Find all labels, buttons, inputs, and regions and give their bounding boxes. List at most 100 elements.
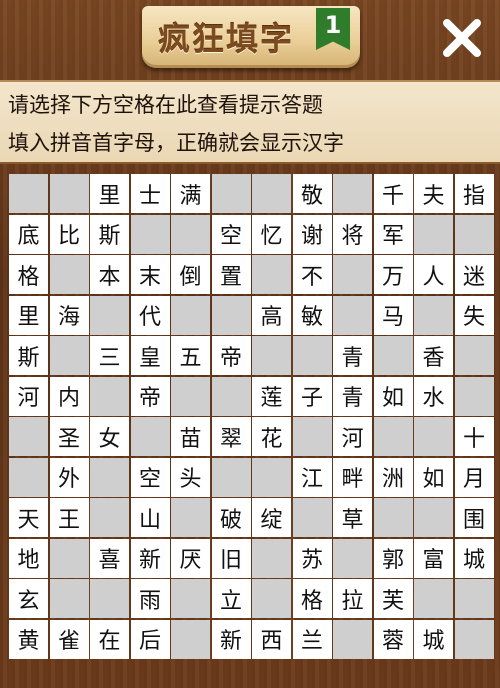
- grid-cell-filled[interactable]: 畔: [333, 457, 372, 497]
- grid-cell-filled[interactable]: 雀: [49, 619, 89, 659]
- grid-cell-filled[interactable]: 海: [49, 295, 89, 335]
- grid-cell-filled[interactable]: 洲: [373, 457, 413, 497]
- grid-cell-filled[interactable]: 女: [90, 417, 129, 456]
- grid-cell-filled[interactable]: 喜: [90, 538, 129, 578]
- grid-cell-filled[interactable]: 谢: [292, 214, 332, 254]
- grid-cell-empty[interactable]: [211, 295, 251, 335]
- grid-cell-filled[interactable]: 比: [49, 214, 89, 254]
- grid-cell-filled[interactable]: 空: [130, 457, 170, 497]
- grid-cell-empty[interactable]: [171, 214, 210, 254]
- grid-cell-filled[interactable]: 如: [414, 457, 453, 497]
- grid-cell-filled[interactable]: 末: [130, 255, 170, 294]
- grid-cell-filled[interactable]: 地: [9, 538, 48, 578]
- grid-cell-empty[interactable]: [171, 619, 210, 659]
- grid-cell-filled[interactable]: 蓉: [373, 619, 413, 659]
- grid-cell-filled[interactable]: 子: [292, 376, 332, 416]
- grid-cell-filled[interactable]: 翠: [211, 417, 251, 456]
- grid-cell-filled[interactable]: 马: [373, 295, 413, 335]
- grid-cell-filled[interactable]: 圣: [49, 417, 89, 456]
- grid-cell-filled[interactable]: 帝: [130, 376, 170, 416]
- grid-cell-empty[interactable]: [373, 498, 413, 537]
- grid-cell-filled[interactable]: 置: [211, 255, 251, 294]
- grid-cell-filled[interactable]: 雨: [130, 579, 170, 618]
- grid-cell-filled[interactable]: 破: [211, 498, 251, 537]
- grid-cell-filled[interactable]: 后: [130, 619, 170, 659]
- grid-cell-filled[interactable]: 不: [292, 255, 332, 294]
- grid-cell-filled[interactable]: 苏: [292, 538, 332, 578]
- grid-cell-filled[interactable]: 底: [9, 214, 48, 254]
- grid-cell-empty[interactable]: [292, 417, 332, 456]
- grid-cell-filled[interactable]: 人: [414, 255, 453, 294]
- grid-cell-empty[interactable]: [9, 457, 48, 497]
- grid-cell-filled[interactable]: 绽: [252, 498, 291, 537]
- grid-cell-filled[interactable]: 山: [130, 498, 170, 537]
- grid-cell-empty[interactable]: [252, 579, 291, 618]
- grid-cell-filled[interactable]: 三: [90, 336, 129, 375]
- grid-cell-empty[interactable]: [252, 255, 291, 294]
- grid-cell-empty[interactable]: [454, 579, 494, 618]
- grid-cell-empty[interactable]: [211, 174, 251, 213]
- grid-cell-filled[interactable]: 莲: [252, 376, 291, 416]
- grid-cell-empty[interactable]: [373, 336, 413, 375]
- grid-cell-filled[interactable]: 高: [252, 295, 291, 335]
- grid-cell-empty[interactable]: [171, 498, 210, 537]
- grid-cell-filled[interactable]: 失: [454, 295, 494, 335]
- grid-cell-filled[interactable]: 敬: [292, 174, 332, 213]
- grid-cell-empty[interactable]: [454, 619, 494, 659]
- grid-cell-empty[interactable]: [414, 214, 453, 254]
- grid-cell-filled[interactable]: 忆: [252, 214, 291, 254]
- grid-cell-filled[interactable]: 千: [373, 174, 413, 213]
- grid-cell-filled[interactable]: 空: [211, 214, 251, 254]
- grid-cell-filled[interactable]: 里: [9, 295, 48, 335]
- grid-cell-filled[interactable]: 王: [49, 498, 89, 537]
- grid-cell-filled[interactable]: 玄: [9, 579, 48, 618]
- grid-cell-empty[interactable]: [333, 619, 372, 659]
- grid-cell-empty[interactable]: [454, 336, 494, 375]
- grid-cell-filled[interactable]: 如: [373, 376, 413, 416]
- grid-cell-filled[interactable]: 满: [171, 174, 210, 213]
- grid-cell-filled[interactable]: 敏: [292, 295, 332, 335]
- grid-cell-empty[interactable]: [49, 255, 89, 294]
- grid-cell-filled[interactable]: 新: [211, 619, 251, 659]
- grid-cell-filled[interactable]: 格: [9, 255, 48, 294]
- grid-cell-filled[interactable]: 军: [373, 214, 413, 254]
- grid-cell-empty[interactable]: [414, 417, 453, 456]
- grid-cell-filled[interactable]: 芙: [373, 579, 413, 618]
- grid-cell-empty[interactable]: [333, 538, 372, 578]
- grid-cell-empty[interactable]: [90, 498, 129, 537]
- grid-cell-filled[interactable]: 里: [90, 174, 129, 213]
- grid-cell-filled[interactable]: 厌: [171, 538, 210, 578]
- grid-cell-filled[interactable]: 江: [292, 457, 332, 497]
- grid-cell-filled[interactable]: 迷: [454, 255, 494, 294]
- grid-cell-empty[interactable]: [252, 538, 291, 578]
- grid-cell-filled[interactable]: 新: [130, 538, 170, 578]
- grid-cell-empty[interactable]: [211, 457, 251, 497]
- grid-cell-empty[interactable]: [90, 579, 129, 618]
- grid-cell-filled[interactable]: 围: [454, 498, 494, 537]
- grid-cell-empty[interactable]: [130, 214, 170, 254]
- grid-cell-filled[interactable]: 指: [454, 174, 494, 213]
- grid-cell-empty[interactable]: [292, 336, 332, 375]
- grid-cell-filled[interactable]: 万: [373, 255, 413, 294]
- grid-cell-filled[interactable]: 倒: [171, 255, 210, 294]
- grid-cell-filled[interactable]: 士: [130, 174, 170, 213]
- grid-cell-filled[interactable]: 苗: [171, 417, 210, 456]
- grid-cell-empty[interactable]: [9, 174, 48, 213]
- grid-cell-filled[interactable]: 西: [252, 619, 291, 659]
- grid-cell-empty[interactable]: [49, 538, 89, 578]
- grid-cell-empty[interactable]: [454, 376, 494, 416]
- grid-cell-filled[interactable]: 将: [333, 214, 372, 254]
- grid-cell-empty[interactable]: [252, 457, 291, 497]
- grid-cell-empty[interactable]: [252, 174, 291, 213]
- close-button[interactable]: [436, 12, 488, 64]
- grid-cell-empty[interactable]: [333, 295, 372, 335]
- grid-cell-empty[interactable]: [49, 336, 89, 375]
- grid-cell-empty[interactable]: [9, 417, 48, 456]
- grid-cell-filled[interactable]: 花: [252, 417, 291, 456]
- grid-cell-empty[interactable]: [292, 498, 332, 537]
- grid-cell-empty[interactable]: [171, 579, 210, 618]
- grid-cell-filled[interactable]: 外: [49, 457, 89, 497]
- grid-cell-empty[interactable]: [49, 174, 89, 213]
- grid-cell-filled[interactable]: 月: [454, 457, 494, 497]
- grid-cell-filled[interactable]: 草: [333, 498, 372, 537]
